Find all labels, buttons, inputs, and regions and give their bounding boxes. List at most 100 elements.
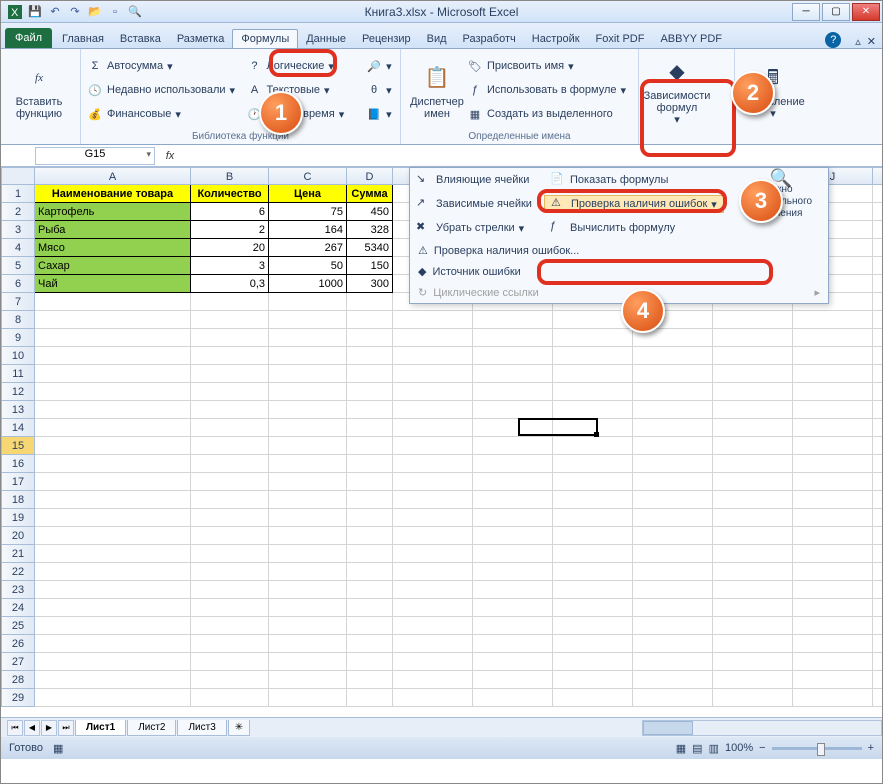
cell[interactable] xyxy=(347,311,393,329)
row-header[interactable]: 15 xyxy=(1,437,35,455)
cell[interactable] xyxy=(473,653,553,671)
cell[interactable] xyxy=(633,347,713,365)
cell[interactable]: 6 xyxy=(191,203,269,221)
cell[interactable] xyxy=(35,635,191,653)
cell[interactable] xyxy=(633,599,713,617)
row-header[interactable]: 3 xyxy=(1,221,35,239)
cell[interactable] xyxy=(473,329,553,347)
cell[interactable] xyxy=(873,329,882,347)
cell[interactable] xyxy=(793,473,873,491)
col-header[interactable]: C xyxy=(269,167,347,185)
trace-precedents-button[interactable]: ↘Влияющие ячейки xyxy=(410,172,544,188)
cell[interactable] xyxy=(191,365,269,383)
row-header[interactable]: 7 xyxy=(1,293,35,311)
cell[interactable] xyxy=(553,383,633,401)
cell[interactable]: 328 xyxy=(347,221,393,239)
fx-label[interactable]: fx xyxy=(155,150,185,162)
cell[interactable] xyxy=(473,419,553,437)
row-header[interactable]: 27 xyxy=(1,653,35,671)
cell[interactable] xyxy=(473,509,553,527)
cell[interactable]: 1000 xyxy=(269,275,347,293)
tab-developer[interactable]: Разработч xyxy=(455,30,524,48)
cell[interactable] xyxy=(393,599,473,617)
view-layout-icon[interactable]: ▤ xyxy=(692,742,702,755)
cell[interactable] xyxy=(793,581,873,599)
cell[interactable] xyxy=(873,293,882,311)
cell[interactable] xyxy=(713,311,793,329)
cell[interactable] xyxy=(35,455,191,473)
cell[interactable] xyxy=(473,527,553,545)
cell[interactable] xyxy=(393,419,473,437)
cell[interactable] xyxy=(793,689,873,707)
more-button[interactable]: 📘▾ xyxy=(366,103,394,125)
cell[interactable] xyxy=(191,599,269,617)
row-header[interactable]: 12 xyxy=(1,383,35,401)
cell[interactable] xyxy=(793,599,873,617)
cell[interactable] xyxy=(347,329,393,347)
cell[interactable] xyxy=(633,383,713,401)
cell[interactable] xyxy=(633,581,713,599)
cell[interactable]: Цена xyxy=(269,185,347,203)
cell[interactable] xyxy=(35,581,191,599)
row-header[interactable]: 26 xyxy=(1,635,35,653)
cell[interactable] xyxy=(35,419,191,437)
cell[interactable] xyxy=(873,635,882,653)
cell[interactable] xyxy=(473,473,553,491)
cell[interactable] xyxy=(393,383,473,401)
cell[interactable] xyxy=(347,401,393,419)
tab-file[interactable]: Файл xyxy=(5,28,52,48)
cell[interactable] xyxy=(793,545,873,563)
cell[interactable]: 3 xyxy=(191,257,269,275)
cell[interactable] xyxy=(553,653,633,671)
cell[interactable] xyxy=(873,509,882,527)
select-all-corner[interactable] xyxy=(1,167,35,185)
tab-home[interactable]: Главная xyxy=(54,30,112,48)
cell[interactable] xyxy=(191,293,269,311)
cell[interactable] xyxy=(873,203,882,221)
cell[interactable] xyxy=(713,635,793,653)
show-formulas-button[interactable]: 📄Показать формулы xyxy=(544,172,724,188)
financial-button[interactable]: 💰Финансовые ▾ xyxy=(87,103,246,125)
cell[interactable] xyxy=(347,383,393,401)
cell[interactable] xyxy=(713,527,793,545)
cell[interactable] xyxy=(873,275,882,293)
cell[interactable] xyxy=(873,545,882,563)
cell[interactable] xyxy=(269,635,347,653)
view-normal-icon[interactable]: ▦ xyxy=(676,742,686,755)
cell[interactable] xyxy=(269,545,347,563)
cell[interactable] xyxy=(473,491,553,509)
cell[interactable]: 20 xyxy=(191,239,269,257)
cell[interactable] xyxy=(713,491,793,509)
tab-view[interactable]: Вид xyxy=(419,30,455,48)
minimize-button[interactable]: ─ xyxy=(792,3,820,21)
zoom-out-button[interactable]: − xyxy=(759,742,765,754)
cell[interactable] xyxy=(553,527,633,545)
cell[interactable] xyxy=(269,383,347,401)
trace-dependents-button[interactable]: ↗Зависимые ячейки xyxy=(410,196,544,212)
cell[interactable] xyxy=(473,437,553,455)
row-header[interactable]: 29 xyxy=(1,689,35,707)
cell[interactable] xyxy=(873,455,882,473)
error-check-item[interactable]: ⚠Проверка наличия ошибок... xyxy=(410,240,828,261)
cell[interactable] xyxy=(793,383,873,401)
cell[interactable] xyxy=(347,545,393,563)
cell[interactable] xyxy=(347,581,393,599)
name-box[interactable]: G15 xyxy=(35,147,155,165)
cell[interactable] xyxy=(713,653,793,671)
cell[interactable] xyxy=(793,671,873,689)
cell[interactable] xyxy=(347,599,393,617)
cell[interactable] xyxy=(35,509,191,527)
cell[interactable] xyxy=(793,653,873,671)
cell[interactable] xyxy=(393,311,473,329)
cell[interactable] xyxy=(873,221,882,239)
cell[interactable] xyxy=(269,455,347,473)
tab-prev-button[interactable]: ◀ xyxy=(24,720,40,736)
logical-button[interactable]: ?Логические ▾ xyxy=(246,55,366,77)
horizontal-scrollbar[interactable] xyxy=(642,720,882,736)
cell[interactable] xyxy=(553,365,633,383)
cell[interactable] xyxy=(269,581,347,599)
cell[interactable] xyxy=(191,617,269,635)
ribbon-minimize-icon[interactable]: ▵ xyxy=(855,35,861,48)
cell[interactable] xyxy=(873,311,882,329)
cell[interactable] xyxy=(347,437,393,455)
